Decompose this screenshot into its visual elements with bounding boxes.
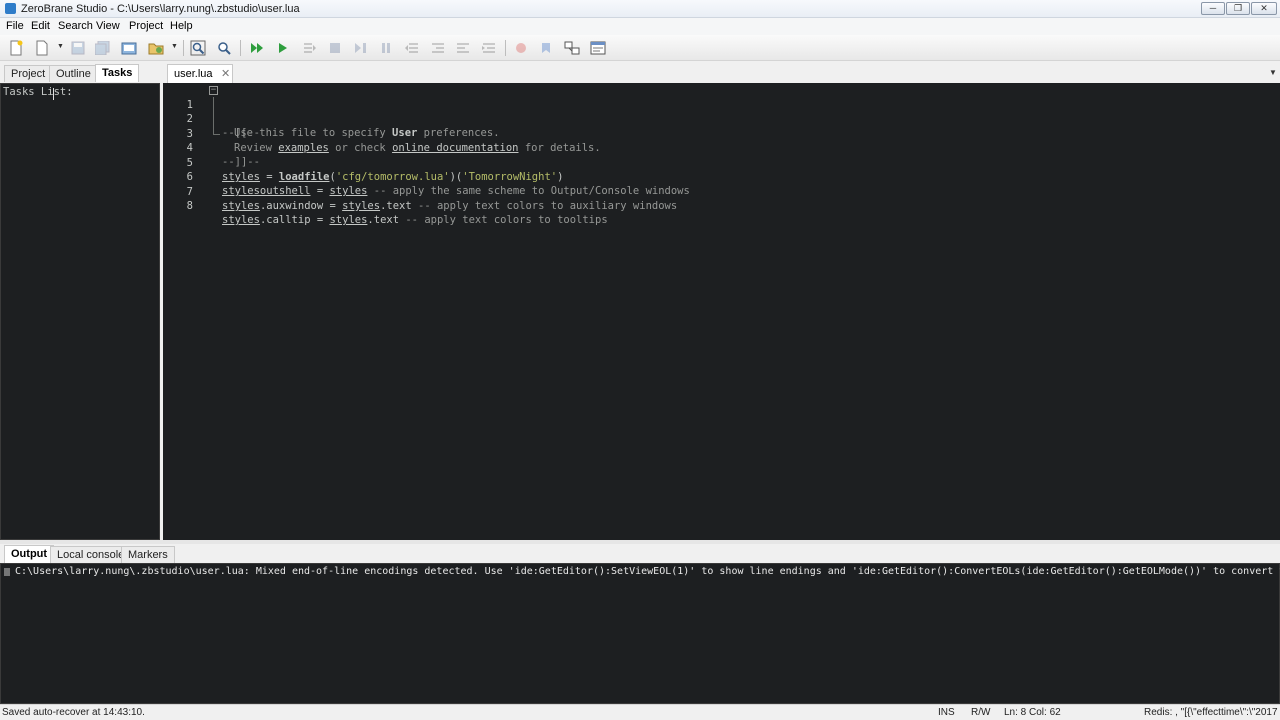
status-access-mode: R/W	[971, 707, 991, 718]
text-cursor-icon	[53, 88, 57, 100]
menu-file[interactable]: File	[6, 20, 24, 32]
status-cursor-position: Ln: 8 Col: 62	[1004, 707, 1061, 718]
code-text: styles.calltip = styles.text -- apply te…	[222, 214, 608, 226]
recent-projects-icon[interactable]	[147, 39, 165, 57]
tab-project[interactable]: Project	[4, 65, 53, 82]
toolbar-separator	[505, 40, 506, 56]
editor-panel: user.lua ✕ ▼ 1 − --[[-- 2 Use this file …	[163, 62, 1280, 540]
code-line: 5 styles = loadfile('cfg/tomorrow.lua')(…	[163, 142, 1280, 183]
code-line: 6 stylesoutshell = styles -- apply the s…	[163, 156, 1280, 197]
window-title: ZeroBrane Studio - C:\Users\larry.nung\.…	[21, 3, 300, 15]
output-marker	[4, 568, 10, 576]
tab-output[interactable]: Output	[4, 545, 55, 563]
tab-markers[interactable]: Markers	[121, 546, 175, 563]
maximize-button[interactable]: ❐	[1226, 2, 1250, 15]
stop-debug-icon[interactable]	[326, 39, 344, 57]
toolbar-separator	[240, 40, 241, 56]
status-bar: Saved auto-recover at 14:43:10. INS R/W …	[0, 704, 1280, 720]
comment-icon[interactable]	[454, 39, 472, 57]
new-file-icon[interactable]	[7, 39, 25, 57]
tab-outline[interactable]: Outline	[49, 65, 98, 82]
tasks-list[interactable]: Tasks List:	[0, 83, 160, 540]
output-message: C:\Users\larry.nung\.zbstudio\user.lua: …	[15, 566, 1280, 577]
tab-user-lua[interactable]: user.lua ✕	[167, 64, 233, 83]
save-all-icon[interactable]	[94, 39, 112, 57]
line-number: 8	[186, 200, 193, 212]
status-redis: Redis: , "[{\"effecttime\":\"2017	[1144, 707, 1278, 718]
start-debug-icon[interactable]	[274, 39, 292, 57]
uncomment-icon[interactable]	[480, 39, 498, 57]
break-icon[interactable]	[377, 39, 395, 57]
recent-projects-dropdown-icon[interactable]: ▼	[171, 43, 178, 50]
minimize-button[interactable]: ─	[1201, 2, 1225, 15]
code-line: 2 Use this file to specify User preferen…	[163, 98, 1280, 139]
code-line: 4 --]]--	[163, 127, 1280, 168]
toggle-breakpoint-icon[interactable]	[512, 39, 530, 57]
editor-tab-bar: user.lua ✕ ▼	[163, 62, 1280, 83]
step-out-icon[interactable]	[403, 39, 421, 57]
menu-search[interactable]: Search	[58, 20, 93, 32]
code-line: 8 styles.calltip = styles.text -- apply …	[163, 185, 1280, 226]
fold-toggle-icon[interactable]: −	[209, 86, 218, 95]
run-icon[interactable]	[248, 39, 266, 57]
watch-window-icon[interactable]	[589, 39, 607, 57]
open-file-icon[interactable]	[33, 39, 51, 57]
tab-list-dropdown-icon[interactable]: ▼	[1269, 69, 1277, 77]
menu-view[interactable]: View	[96, 20, 120, 32]
close-tab-icon[interactable]: ✕	[221, 67, 230, 80]
run-to-cursor-icon[interactable]	[429, 39, 447, 57]
left-panel: Project Outline Tasks Tasks List:	[0, 62, 161, 540]
title-bar: ZeroBrane Studio - C:\Users\larry.nung\.…	[0, 0, 1280, 18]
menu-help[interactable]: Help	[170, 20, 193, 32]
menu-project[interactable]: Project	[129, 20, 163, 32]
save-icon[interactable]	[69, 39, 87, 57]
code-editor[interactable]: 1 − --[[-- 2 Use this file to specify Us…	[163, 83, 1280, 540]
find-icon[interactable]	[189, 39, 207, 57]
find-in-files-icon[interactable]	[215, 39, 233, 57]
open-file-dropdown-icon[interactable]: ▼	[57, 43, 64, 50]
toolbar-separator	[183, 40, 184, 56]
step-into-icon[interactable]	[301, 39, 319, 57]
code-text: styles.auxwindow = styles.text -- apply …	[222, 200, 678, 212]
code-line: 1 − --[[--	[163, 84, 1280, 140]
code-line: 3 Review examples or check online docume…	[163, 113, 1280, 154]
tab-local-console[interactable]: Local console	[50, 546, 132, 563]
step-over-icon[interactable]	[352, 39, 370, 57]
bottom-panel: Output Local console Markers C:\Users\la…	[0, 544, 1280, 704]
menu-edit[interactable]: Edit	[31, 20, 50, 32]
output-window[interactable]: C:\Users\larry.nung\.zbstudio\user.lua: …	[0, 563, 1280, 704]
app-icon	[5, 3, 16, 14]
status-message: Saved auto-recover at 14:43:10.	[2, 707, 145, 718]
toolbar: ▼ ▼	[0, 35, 1280, 61]
toggle-bookmark-icon[interactable]	[537, 39, 555, 57]
stack-window-icon[interactable]	[563, 39, 581, 57]
tasks-list-label: Tasks List:	[3, 86, 73, 98]
close-button[interactable]: ✕	[1251, 2, 1277, 15]
editor-tab-label: user.lua	[174, 68, 213, 80]
project-directory-icon[interactable]	[120, 39, 138, 57]
code-line: 7 styles.auxwindow = styles.text -- appl…	[163, 171, 1280, 212]
status-insert-mode: INS	[938, 707, 955, 718]
tab-tasks[interactable]: Tasks	[95, 64, 140, 82]
menu-bar: File Edit Search View Project Help	[0, 18, 1280, 35]
